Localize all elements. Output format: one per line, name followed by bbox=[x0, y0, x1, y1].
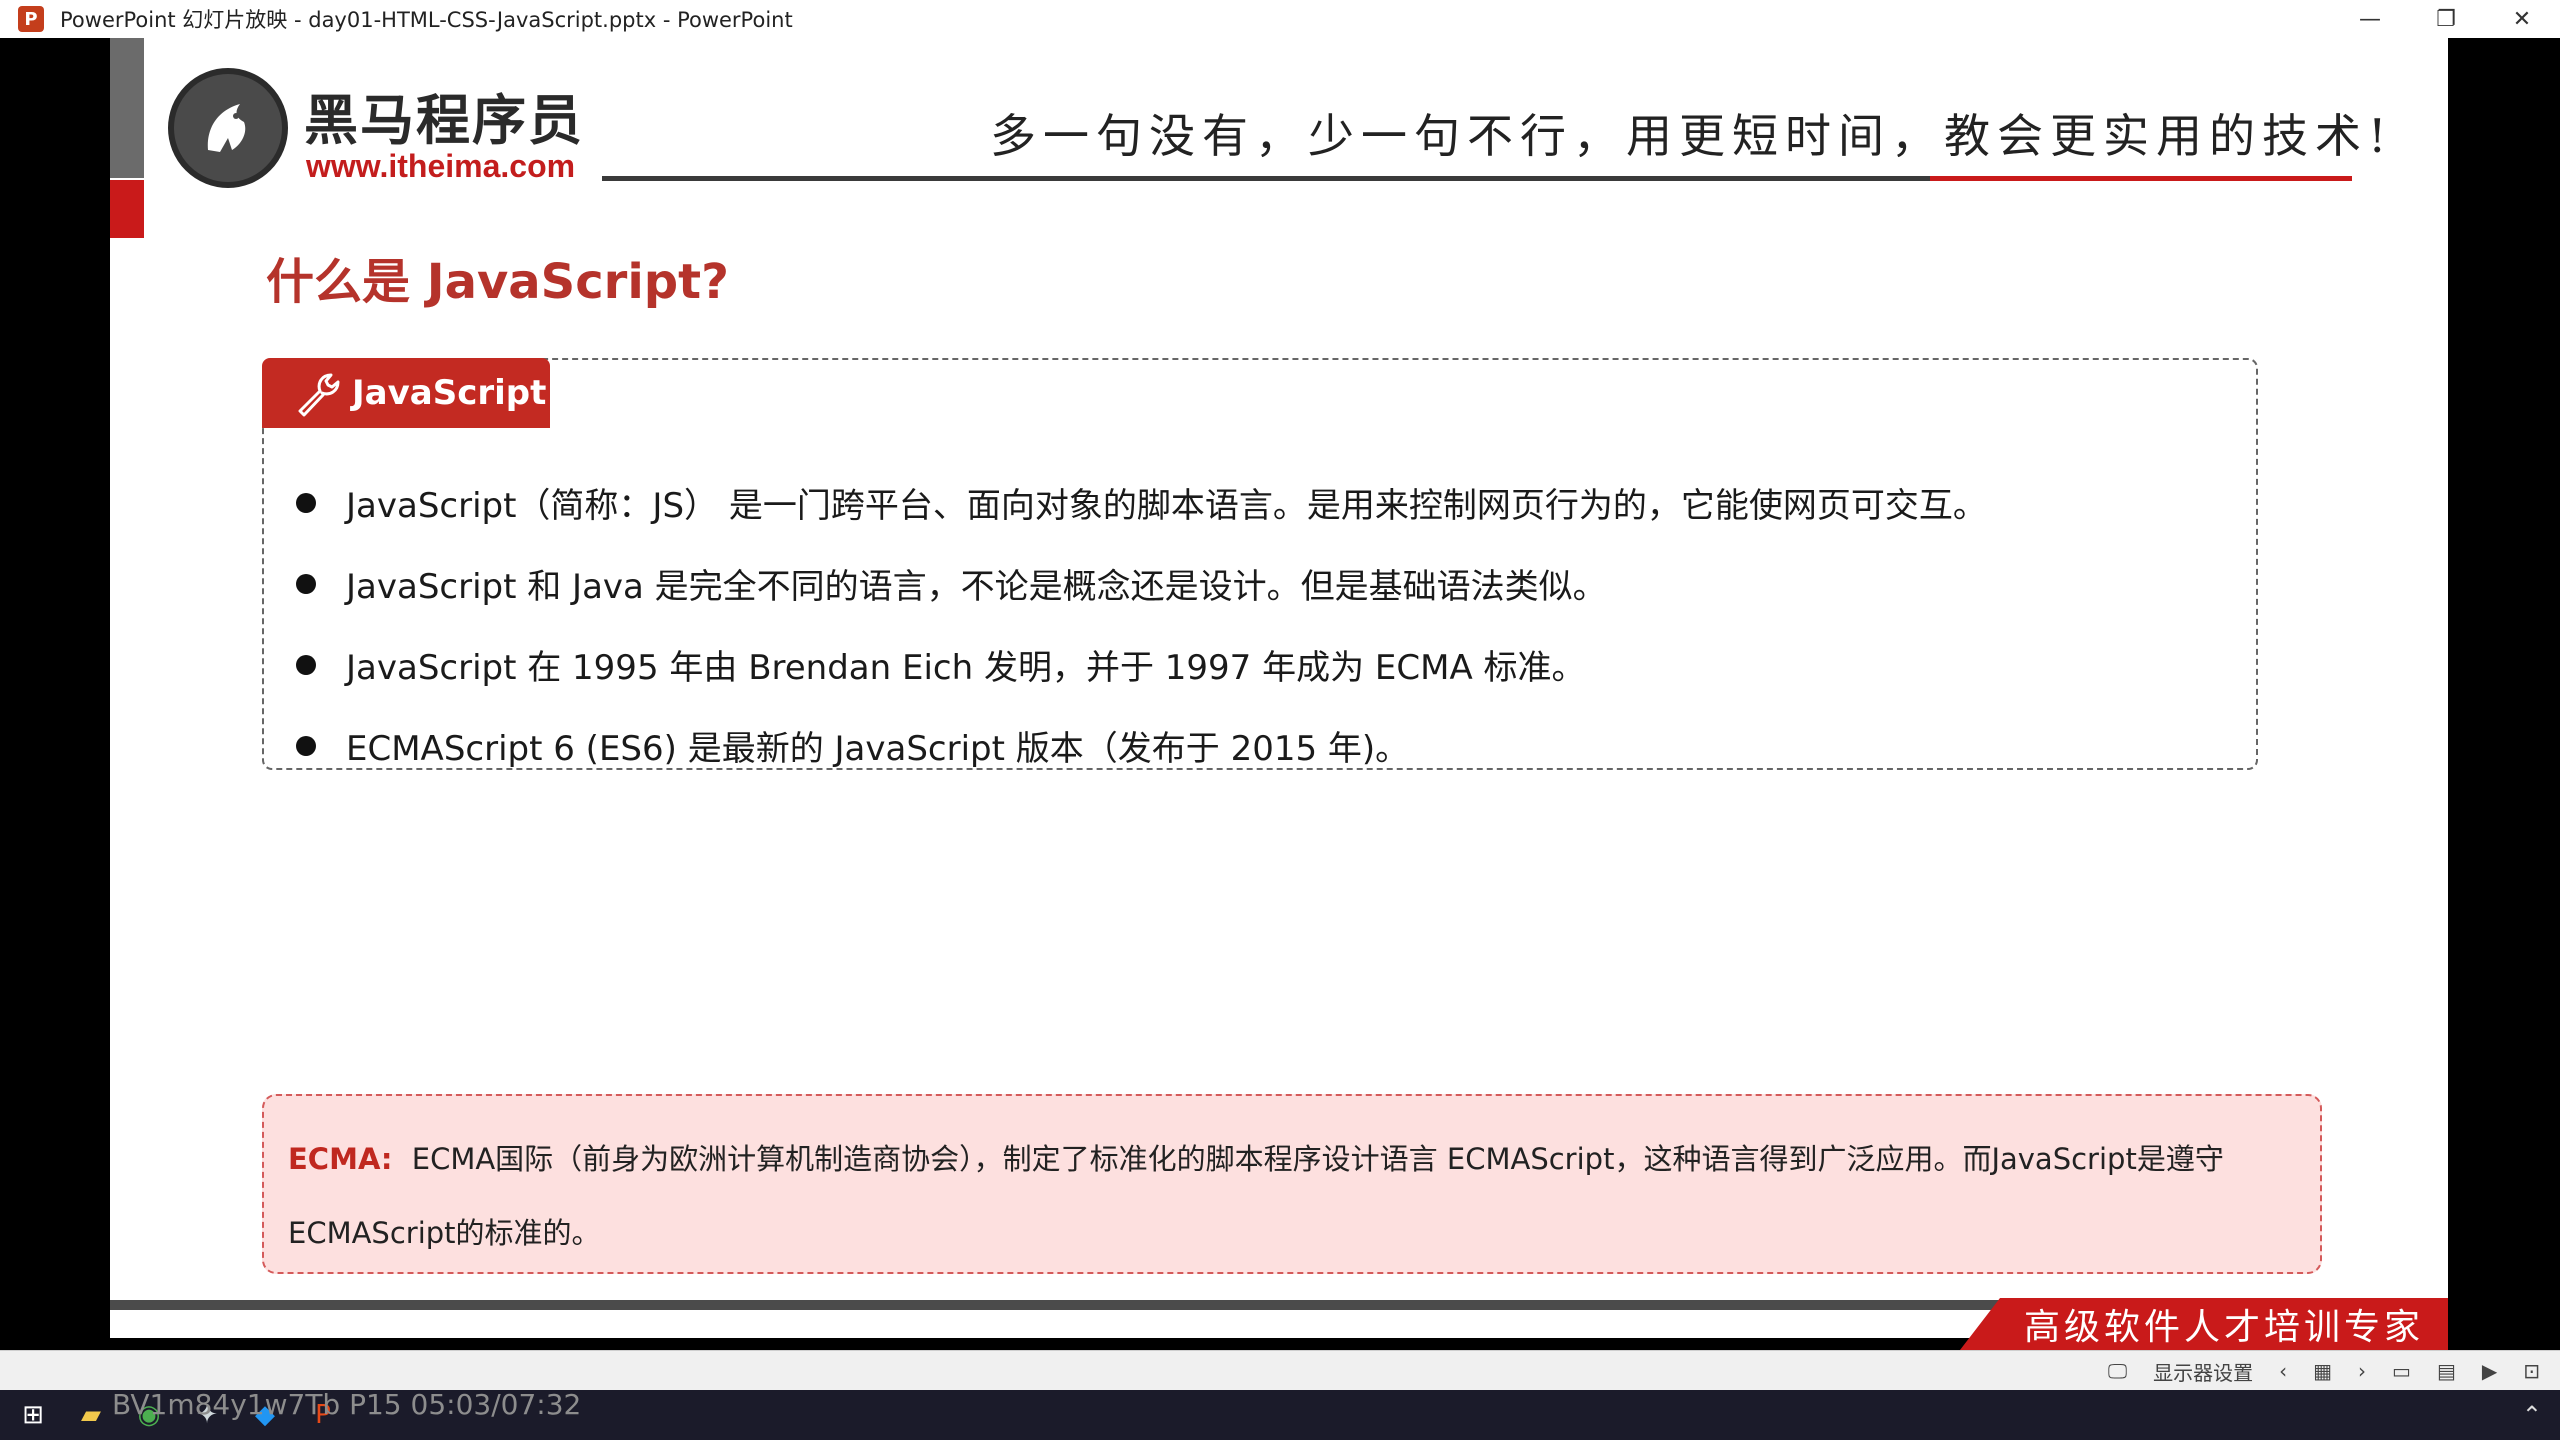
close-button[interactable]: ✕ bbox=[2484, 0, 2560, 38]
restore-button[interactable]: ❐ bbox=[2408, 0, 2484, 38]
video-overlay-text: BV1m84y1w7Tb P15 05:03/07:32 bbox=[112, 1388, 582, 1421]
bullet-icon bbox=[296, 573, 316, 594]
header-divider-accent bbox=[1930, 176, 2352, 181]
list-item: JavaScript 在 1995 年由 Brendan Eich 发明，并于 … bbox=[296, 624, 2236, 705]
previous-slide-button[interactable]: ‹ bbox=[2279, 1359, 2287, 1383]
list-item: ECMAScript 6 (ES6) 是最新的 JavaScript 版本（发布… bbox=[296, 705, 2236, 786]
bullet-icon bbox=[296, 735, 316, 756]
bullet-text: JavaScript 和 Java 是完全不同的语言，不论是概念还是设计。但是基… bbox=[346, 567, 1607, 607]
slide-heading: 什么是 JavaScript? bbox=[266, 254, 729, 310]
promo-banner: 高级软件人才培训专家 bbox=[1960, 1298, 2448, 1350]
ecma-note-box: ECMA: ECMA国际（前身为欧洲计算机制造商协会），制定了标准化的脚本程序设… bbox=[262, 1094, 2322, 1274]
list-item: JavaScript（简称：JS） 是一门跨平台、面向对象的脚本语言。是用来控制… bbox=[296, 462, 2236, 543]
slide-canvas[interactable]: 黑马程序员 www.itheima.com 多一句没有，少一句不行，用更短时间，… bbox=[110, 38, 2448, 1338]
presenter-icon[interactable]: ⊡ bbox=[2523, 1359, 2540, 1383]
wrench-icon bbox=[286, 363, 346, 423]
ecma-label: ECMA: bbox=[288, 1142, 393, 1176]
file-explorer-icon[interactable]: ▰ bbox=[66, 1390, 116, 1440]
javascript-box-label: JavaScript bbox=[352, 373, 547, 413]
bullet-text: JavaScript（简称：JS） 是一门跨平台、面向对象的脚本语言。是用来控制… bbox=[346, 486, 1987, 526]
next-slide-button[interactable]: › bbox=[2358, 1359, 2366, 1383]
powerpoint-icon: P bbox=[18, 6, 44, 32]
list-item: JavaScript 和 Java 是完全不同的语言，不论是概念还是设计。但是基… bbox=[296, 543, 2236, 624]
bullet-icon bbox=[296, 654, 316, 675]
monitor-icon[interactable]: 🖵 bbox=[2108, 1359, 2127, 1383]
minimize-button[interactable]: — bbox=[2332, 0, 2408, 38]
logo-url: www.itheima.com bbox=[306, 148, 576, 184]
javascript-box-tab: JavaScript bbox=[262, 358, 550, 428]
bullet-text: ECMAScript 6 (ES6) 是最新的 JavaScript 版本（发布… bbox=[346, 729, 1410, 769]
slideshow-control-bar: 🖵 显示器设置 ‹ ▦ › ▭ ▤ ▶ ⊡ bbox=[0, 1350, 2560, 1391]
tray-chevron-icon[interactable]: ⌃ bbox=[2522, 1390, 2542, 1440]
bullet-text: JavaScript 在 1995 年由 Brendan Eich 发明，并于 … bbox=[346, 648, 1586, 688]
window-titlebar: P PowerPoint 幻灯片放映 - day01-HTML-CSS-Java… bbox=[0, 0, 2560, 39]
logo: 黑马程序员 www.itheima.com bbox=[168, 68, 588, 198]
display-settings-button[interactable]: 显示器设置 bbox=[2153, 1357, 2253, 1386]
slogan: 多一句没有，少一句不行，用更短时间，教会更实用的技术! bbox=[990, 109, 2394, 163]
windows-start-icon[interactable]: ⊞ bbox=[8, 1390, 58, 1440]
left-letterbox bbox=[0, 38, 110, 1338]
horse-logo-icon bbox=[168, 68, 288, 188]
window-controls: — ❐ ✕ bbox=[2332, 0, 2560, 38]
slide-grid-icon[interactable]: ▦ bbox=[2313, 1359, 2332, 1383]
reading-view-icon[interactable]: ▶ bbox=[2482, 1359, 2497, 1383]
right-letterbox bbox=[2448, 38, 2560, 1338]
side-accent-gray bbox=[110, 38, 144, 178]
normal-view-icon[interactable]: ▭ bbox=[2392, 1359, 2411, 1383]
side-accent-red bbox=[110, 180, 144, 238]
slide-sorter-icon[interactable]: ▤ bbox=[2437, 1359, 2456, 1383]
slideshow-controls: 🖵 显示器设置 ‹ ▦ › ▭ ▤ ▶ ⊡ bbox=[2108, 1351, 2540, 1391]
ecma-text: ECMA国际（前身为欧洲计算机制造商协会），制定了标准化的脚本程序设计语言 EC… bbox=[288, 1142, 2224, 1250]
window-title: PowerPoint 幻灯片放映 - day01-HTML-CSS-JavaSc… bbox=[60, 8, 793, 32]
logo-name: 黑马程序员 bbox=[304, 89, 584, 152]
header-divider bbox=[602, 176, 2042, 181]
bullet-list: JavaScript（简称：JS） 是一门跨平台、面向对象的脚本语言。是用来控制… bbox=[296, 462, 2236, 786]
bullet-icon bbox=[296, 492, 316, 513]
